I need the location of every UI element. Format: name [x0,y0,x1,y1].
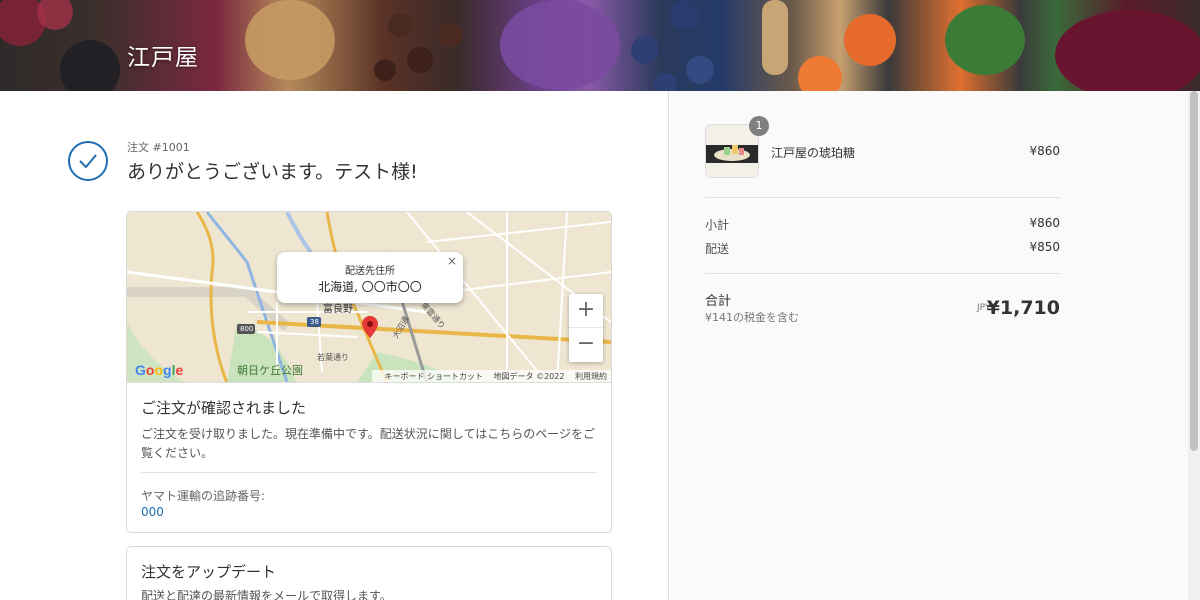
delivery-map[interactable]: 800 38 富良野 朝日ケ丘公園 若葉通り 大沼通 東雲通り 配送先住所 北海… [127,212,611,383]
page-scrollbar[interactable] [1188,91,1200,600]
subtotal-row: 小計 ¥860 [705,216,1060,233]
map-data-text: 地図データ ©2022 [493,372,565,381]
quantity-badge: 1 [749,116,769,136]
summary-divider [705,197,1060,198]
summary-product-row: 1 江戸屋の琥珀糖 ¥860 [705,116,1060,178]
store-name[interactable]: 江戸屋 [127,38,199,72]
close-icon[interactable]: × [447,254,457,268]
map-label-park: 朝日ケ丘公園 [237,364,303,377]
shipping-row: 配送 ¥850 [705,240,1060,257]
route-800-label: 800 [240,325,254,333]
product-name: 江戸屋の琥珀糖 [771,146,856,160]
route-38-label: 38 [310,318,319,326]
order-status-card: 800 38 富良野 朝日ケ丘公園 若葉通り 大沼通 東雲通り 配送先住所 北海… [126,211,612,533]
order-number: 注文 #1001 [127,141,190,154]
order-updates-card: 注文をアップデート 配送と配達の最新情報をメールで取得します。 [126,546,612,600]
check-icon [68,141,108,181]
total-value: ¥1,710 [986,297,1060,319]
updates-body: 配送と配達の最新情報をメールで取得します。 [141,589,392,600]
map-zoom-controls: + − [569,294,603,362]
card-divider [141,472,597,473]
subtotal-label: 小計 [705,218,730,232]
summary-divider [705,273,1060,274]
zoom-in-button[interactable]: + [569,294,603,328]
thank-you-heading: ありがとうございます。テスト様! [127,161,418,183]
popup-title: 配送先住所 [345,266,395,277]
subtotal-value: ¥860 [1029,216,1060,230]
map-footer: キーボード ショートカット 地図データ ©2022 利用規約 [372,370,611,382]
shipping-value: ¥850 [1029,240,1060,254]
confirmation-title: ご注文が確認されました [141,399,307,417]
product-price: ¥860 [1029,144,1060,158]
zoom-out-button[interactable]: − [569,328,603,362]
popup-address: 北海道, 〇〇市〇〇 [318,280,422,294]
updates-title: 注文をアップデート [141,563,277,581]
tracking-number-link[interactable]: 000 [141,505,164,519]
terms-link[interactable]: 利用規約 [575,372,607,381]
address-popup: 配送先住所 北海道, 〇〇市〇〇 × [277,252,463,303]
google-logo[interactable]: Google [135,362,183,379]
scrollbar-thumb[interactable] [1190,91,1198,451]
keyboard-shortcuts-link[interactable]: キーボード ショートカット [384,372,483,381]
confirmation-body: ご注文を受け取りました。現在準備中です。配送状況に関してはこちらのページをご覧く… [141,427,595,460]
tax-note: ¥141の税金を含む [705,311,799,324]
location-pin-icon[interactable] [362,316,378,338]
map-label-wakaba: 若葉通り [317,353,349,362]
tracking-label: ヤマト運輸の追跡番号: [141,489,266,503]
shipping-label: 配送 [705,242,730,256]
total-label: 合計 [705,294,732,309]
header-banner: 江戸屋 [0,0,1200,91]
